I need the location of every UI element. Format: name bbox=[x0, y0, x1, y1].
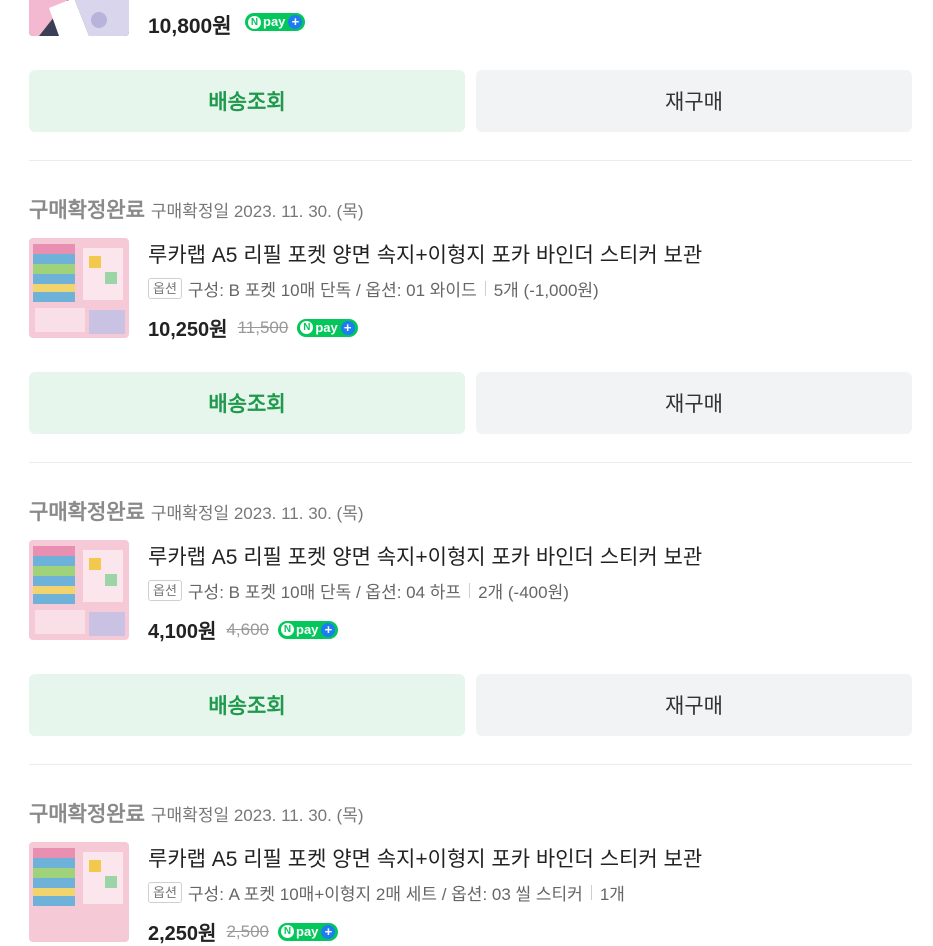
rebuy-button[interactable]: 재구매 bbox=[476, 674, 912, 736]
price: 10,250원 bbox=[148, 319, 228, 341]
product-title[interactable]: 루카랩 A5 리필 포켓 양면 속지+이형지 포카 바인더 스티커 보관 bbox=[148, 239, 702, 269]
price: 10,800원 bbox=[148, 15, 232, 38]
product-option: 옵션 구성: B 포켓 10매 단독 / 옵션: 04 하프 2개 (-400원) bbox=[148, 578, 569, 603]
price-line: 10,250원 11,500 Npay + bbox=[148, 313, 358, 342]
order-actions: 배송조회 재구매 bbox=[29, 70, 912, 132]
product-option: 옵션 구성: B 포켓 10매 단독 / 옵션: 01 와이드 5개 (-1,00… bbox=[148, 276, 599, 301]
order-status: 구매확정완료 구매확정일 2023. 11. 30. (목) bbox=[29, 501, 364, 524]
npay-plus-icon: Npay + bbox=[278, 620, 339, 639]
confirm-date: 구매확정일 2023. 11. 30. (목) bbox=[150, 202, 364, 221]
quantity: 1개 bbox=[599, 885, 625, 904]
original-price: 11,500 bbox=[237, 317, 289, 337]
quantity: 5개 (-1,000원) bbox=[493, 281, 599, 300]
track-delivery-button[interactable]: 배송조회 bbox=[29, 70, 465, 132]
option-badge: 옵션 bbox=[148, 580, 182, 601]
product-option: 옵션 구성: A 포켓 10매+이형지 2매 세트 / 옵션: 03 씰 스티커… bbox=[148, 880, 625, 905]
option-badge: 옵션 bbox=[148, 278, 182, 299]
original-price: 2,500 bbox=[226, 921, 269, 941]
confirm-date: 구매확정일 2023. 11. 30. (목) bbox=[150, 806, 364, 825]
npay-plus-icon: Npay + bbox=[245, 13, 306, 31]
npay-plus-icon: Npay + bbox=[297, 318, 358, 337]
original-price: 4,600 bbox=[226, 619, 269, 639]
track-delivery-button[interactable]: 배송조회 bbox=[29, 674, 465, 736]
order-status: 구매확정완료 구매확정일 2023. 11. 30. (목) bbox=[29, 199, 364, 222]
confirm-date: 구매확정일 2023. 11. 30. (목) bbox=[150, 504, 364, 523]
product-title[interactable]: 루카랩 A5 리필 포켓 양면 속지+이형지 포카 바인더 스티커 보관 bbox=[148, 843, 702, 873]
price: 4,100원 bbox=[148, 621, 217, 643]
divider bbox=[29, 462, 912, 463]
product-title[interactable]: 루카랩 A5 리필 포켓 양면 속지+이형지 포카 바인더 스티커 보관 bbox=[148, 541, 702, 571]
price-line: 2,250원 2,500 Npay + bbox=[148, 917, 339, 946]
price: 2,250원 bbox=[148, 923, 217, 945]
divider bbox=[29, 160, 912, 161]
order-actions: 배송조회 재구매 bbox=[29, 372, 912, 434]
product-thumbnail[interactable] bbox=[29, 0, 129, 36]
order-actions: 배송조회 재구매 bbox=[29, 674, 912, 736]
price-line: 4,100원 4,600 Npay + bbox=[148, 615, 339, 644]
option-badge: 옵션 bbox=[148, 882, 182, 903]
rebuy-button[interactable]: 재구매 bbox=[476, 70, 912, 132]
npay-plus-icon: Npay + bbox=[278, 922, 339, 941]
product-thumbnail[interactable] bbox=[29, 238, 129, 338]
divider bbox=[29, 764, 912, 765]
product-thumbnail[interactable] bbox=[29, 842, 129, 942]
track-delivery-button[interactable]: 배송조회 bbox=[29, 372, 465, 434]
quantity: 2개 (-400원) bbox=[478, 583, 569, 602]
product-thumbnail[interactable] bbox=[29, 540, 129, 640]
rebuy-button[interactable]: 재구매 bbox=[476, 372, 912, 434]
order-status: 구매확정완료 구매확정일 2023. 11. 30. (목) bbox=[29, 803, 364, 826]
